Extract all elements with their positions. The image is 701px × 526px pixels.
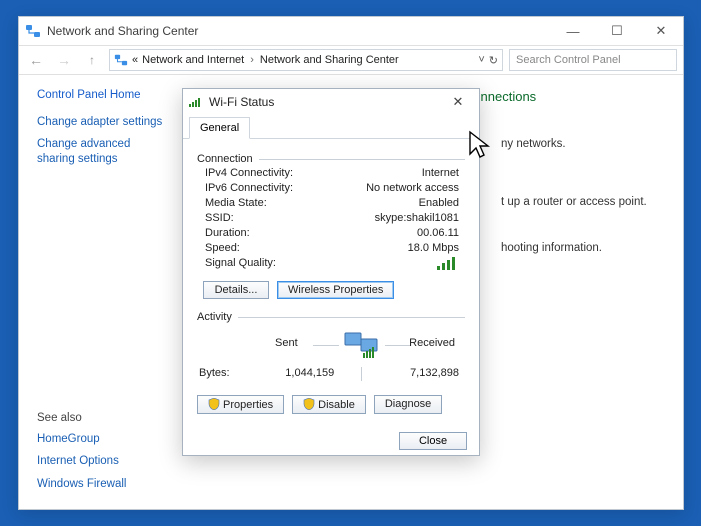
row-ssid: SSID:skype:shakil1081 bbox=[197, 210, 465, 225]
row-media-state: Media State:Enabled bbox=[197, 195, 465, 210]
details-button[interactable]: Details... bbox=[203, 281, 269, 299]
nav-back-button[interactable]: ← bbox=[25, 49, 47, 71]
label: IPv4 Connectivity: bbox=[197, 167, 309, 179]
wifi-status-dialog: Wi-Fi Status ✕ General Connection IPv4 C… bbox=[182, 88, 480, 456]
value: skype:shakil1081 bbox=[309, 212, 465, 224]
titlebar: Network and Sharing Center — ☐ ✕ bbox=[19, 17, 683, 45]
dialog-body: Connection IPv4 Connectivity:Internet IP… bbox=[183, 139, 479, 422]
network-sharing-icon bbox=[114, 53, 128, 67]
dialog-titlebar: Wi-Fi Status ✕ bbox=[183, 89, 479, 115]
diagnose-button[interactable]: Diagnose bbox=[374, 395, 442, 414]
see-also-link[interactable]: Internet Options bbox=[37, 454, 171, 468]
chevron-down-icon: ˅ bbox=[478, 54, 484, 67]
group-activity: Activity bbox=[197, 311, 465, 323]
tab-bar: General bbox=[183, 115, 479, 139]
row-speed: Speed:18.0 Mbps bbox=[197, 240, 465, 255]
network-sharing-icon bbox=[25, 23, 41, 39]
address-bar: ← → ↑ « Network and Internet › Network a… bbox=[19, 45, 683, 75]
value: Enabled bbox=[309, 197, 465, 209]
shield-icon bbox=[303, 398, 315, 410]
network-activity-icon bbox=[341, 329, 381, 362]
sent-label: Sent bbox=[275, 337, 298, 349]
divider bbox=[313, 345, 339, 346]
label: Media State: bbox=[197, 197, 309, 209]
properties-button[interactable]: Properties bbox=[197, 395, 284, 414]
group-label: Connection bbox=[197, 153, 253, 165]
received-label: Received bbox=[409, 337, 455, 349]
signal-icon bbox=[189, 95, 203, 109]
partial-text: ny networks. bbox=[501, 138, 671, 150]
breadcrumb-item[interactable]: Network and Internet bbox=[142, 54, 244, 66]
window-title: Network and Sharing Center bbox=[47, 24, 551, 38]
value: 18.0 Mbps bbox=[309, 242, 465, 254]
row-signal-quality: Signal Quality: bbox=[197, 255, 465, 275]
nav-forward-button[interactable]: → bbox=[53, 49, 75, 71]
label: Duration: bbox=[197, 227, 309, 239]
breadcrumb-item[interactable]: Network and Sharing Center bbox=[260, 54, 399, 66]
bytes-label: Bytes: bbox=[197, 367, 263, 381]
search-placeholder: Search Control Panel bbox=[516, 54, 621, 66]
breadcrumb-sep: « bbox=[132, 54, 138, 66]
dialog-title: Wi-Fi Status bbox=[209, 95, 274, 109]
close-button[interactable]: ✕ bbox=[639, 17, 683, 45]
label: SSID: bbox=[197, 212, 309, 224]
search-input[interactable]: Search Control Panel bbox=[509, 49, 677, 71]
tab-general[interactable]: General bbox=[189, 117, 250, 139]
close-dialog-button[interactable]: Close bbox=[399, 432, 467, 450]
value: 00.06.11 bbox=[309, 227, 465, 239]
shield-icon bbox=[208, 398, 220, 410]
see-also-label: See also bbox=[37, 412, 171, 424]
label: Signal Quality: bbox=[197, 257, 309, 274]
control-panel-home-link[interactable]: Control Panel Home bbox=[37, 89, 171, 101]
row-ipv6: IPv6 Connectivity:No network access bbox=[197, 180, 465, 195]
minimize-button[interactable]: — bbox=[551, 17, 595, 45]
address-dropdown[interactable]: ˅ ↻ bbox=[478, 54, 498, 67]
breadcrumb-arrow-icon: › bbox=[248, 54, 256, 66]
disable-button[interactable]: Disable bbox=[292, 395, 366, 414]
dialog-close-button[interactable]: ✕ bbox=[443, 91, 473, 113]
activity-graphic: Sent Received bbox=[197, 327, 465, 363]
left-nav-link[interactable]: Change adapter settings bbox=[37, 115, 171, 129]
row-duration: Duration:00.06.11 bbox=[197, 225, 465, 240]
signal-quality-icon bbox=[309, 257, 465, 274]
refresh-icon[interactable]: ↻ bbox=[489, 54, 498, 67]
bytes-sent: 1,044,159 bbox=[263, 367, 357, 381]
bytes-row: Bytes: 1,044,159 7,132,898 bbox=[197, 367, 465, 381]
window-controls: — ☐ ✕ bbox=[551, 17, 683, 45]
partial-text: hooting information. bbox=[501, 242, 671, 254]
group-label: Activity bbox=[197, 311, 232, 323]
nav-up-button[interactable]: ↑ bbox=[81, 49, 103, 71]
row-ipv4: IPv4 Connectivity:Internet bbox=[197, 165, 465, 180]
value: No network access bbox=[309, 182, 465, 194]
see-also-link[interactable]: Windows Firewall bbox=[37, 477, 171, 491]
wireless-properties-button[interactable]: Wireless Properties bbox=[277, 281, 394, 299]
label: IPv6 Connectivity: bbox=[197, 182, 309, 194]
label: Speed: bbox=[197, 242, 309, 254]
left-nav-link[interactable]: Change advanced sharing settings bbox=[37, 137, 171, 166]
button-label: Properties bbox=[223, 399, 273, 411]
button-label: Disable bbox=[318, 399, 355, 411]
see-also-link[interactable]: HomeGroup bbox=[37, 432, 171, 446]
left-nav: Control Panel Home Change adapter settin… bbox=[19, 75, 179, 509]
partial-text: t up a router or access point. bbox=[501, 196, 671, 208]
maximize-button[interactable]: ☐ bbox=[595, 17, 639, 45]
value: Internet bbox=[309, 167, 465, 179]
divider bbox=[361, 367, 362, 381]
bytes-received: 7,132,898 bbox=[366, 367, 466, 381]
divider bbox=[385, 345, 411, 346]
breadcrumb[interactable]: « Network and Internet › Network and Sha… bbox=[109, 49, 503, 71]
group-connection: Connection bbox=[197, 153, 465, 165]
